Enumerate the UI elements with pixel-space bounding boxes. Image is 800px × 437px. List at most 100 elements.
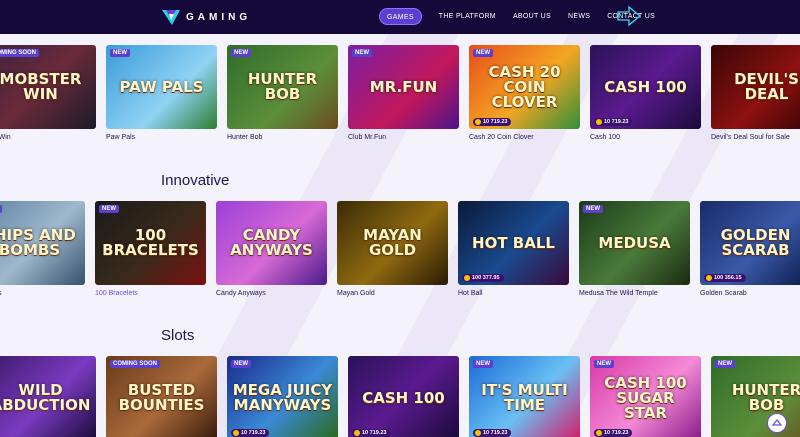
game-name-link[interactable]: Paw Pals xyxy=(106,134,217,141)
jackpot-value: 10 719.23 xyxy=(604,430,629,436)
game-card[interactable]: CASH 20 COIN CLOVER NEW 10 719.23 Cash 20 C… xyxy=(469,45,580,141)
game-thumbnail[interactable]: DEVIL'S DEAL xyxy=(711,45,800,129)
game-name-link[interactable]: 100 Bracelets xyxy=(95,290,206,297)
game-thumbnail[interactable]: CASH 100 10 719.23 xyxy=(348,356,459,437)
game-name-link[interactable]: Golden Scarab xyxy=(700,290,800,297)
game-thumbnail-title: PAW PALS xyxy=(119,77,204,96)
scroll-to-top-button[interactable] xyxy=(767,413,787,433)
status-badge: NEW xyxy=(473,49,493,57)
game-card[interactable]: CASH 100 10 719.23 xyxy=(348,356,459,437)
jackpot-amount: 10 719.23 xyxy=(473,429,512,437)
game-thumbnail-title: SHIPS AND BOMBS xyxy=(0,226,76,259)
game-card[interactable]: PAW PALS NEW Paw Pals xyxy=(106,45,217,141)
game-card[interactable]: MR.FUN NEW Club Mr.Fun xyxy=(348,45,459,141)
nav-the-platform[interactable]: THE PLATFORM xyxy=(439,8,496,25)
game-thumbnail[interactable]: WILD ABDUCTION xyxy=(0,356,96,437)
arrow-right-icon[interactable] xyxy=(617,5,641,27)
game-thumbnail-title: CASH 100 xyxy=(604,77,687,96)
game-card[interactable]: SHIPS AND BOMBS SOON d Bombs xyxy=(0,201,85,297)
game-thumbnail-title: HUNTER BOB xyxy=(731,381,800,414)
section-title-innovative: Innovative xyxy=(161,172,230,189)
logo-text: GAMING xyxy=(186,11,252,23)
game-name-link[interactable]: Cash 20 Coin Clover xyxy=(469,134,580,141)
status-badge: NEW xyxy=(231,49,251,57)
game-thumbnail-title: HUNTER BOB xyxy=(247,70,318,103)
game-thumbnail-title: BUSTED BOUNTIES xyxy=(118,381,205,414)
game-card[interactable]: MAYAN GOLD Mayan Gold xyxy=(337,201,448,297)
jackpot-value: 100 377.95 xyxy=(472,275,500,281)
jackpot-value: 10 719.23 xyxy=(483,119,508,125)
game-thumbnail[interactable]: HUNTER BOB NEW xyxy=(227,45,338,129)
status-badge: NEW xyxy=(473,360,493,368)
jackpot-amount: 10 719.23 xyxy=(473,118,512,126)
game-thumbnail[interactable]: CASH 100 SUGAR STAR NEW 10 719.23 xyxy=(590,356,701,437)
game-card[interactable]: GOLDEN SCARAB 100 356.15 Golden Scarab xyxy=(700,201,800,297)
game-card[interactable]: CASH 100 10 719.23 Cash 100 xyxy=(590,45,701,141)
status-badge: NEW xyxy=(594,360,614,368)
coin-icon xyxy=(706,275,712,281)
game-card[interactable]: MEDUSA NEW Medusa The Wild Temple xyxy=(579,201,690,297)
game-thumbnail[interactable]: HOT BALL 100 377.95 xyxy=(458,201,569,285)
game-name-link[interactable]: Hot Ball xyxy=(458,290,569,297)
game-name-link[interactable]: Candy Anyways xyxy=(216,290,327,297)
game-name-link[interactable]: ster Win xyxy=(0,134,96,141)
game-thumbnail[interactable]: MR.FUN NEW xyxy=(348,45,459,129)
nav-about-us[interactable]: ABOUT US xyxy=(513,8,551,25)
jackpot-value: 10 719.23 xyxy=(241,430,266,436)
jackpot-value: 10 719.23 xyxy=(483,430,508,436)
jackpot-amount: 10 719.23 xyxy=(352,429,391,437)
game-name-link[interactable]: Medusa The Wild Temple xyxy=(579,290,690,297)
game-thumbnail[interactable]: MEDUSA NEW xyxy=(579,201,690,285)
game-thumbnail[interactable]: GOLDEN SCARAB 100 356.15 xyxy=(700,201,800,285)
game-thumbnail[interactable]: CASH 100 10 719.23 xyxy=(590,45,701,129)
game-card[interactable]: MEGA JUICY MANYWAYS NEW 10 719.23 xyxy=(227,356,338,437)
chevron-up-icon xyxy=(772,419,782,426)
game-name-link[interactable]: Club Mr.Fun xyxy=(348,134,459,141)
game-thumbnail[interactable]: MAYAN GOLD xyxy=(337,201,448,285)
game-thumbnail[interactable]: CASH 20 COIN CLOVER NEW 10 719.23 xyxy=(469,45,580,129)
game-name-link[interactable]: d Bombs xyxy=(0,290,85,297)
game-thumbnail-title: CASH 20 COIN CLOVER xyxy=(488,62,561,111)
game-card[interactable]: CASH 100 SUGAR STAR NEW 10 719.23 xyxy=(590,356,701,437)
status-badge: NEW xyxy=(110,49,130,57)
game-thumbnail-title: GOLDEN SCARAB xyxy=(720,226,791,259)
game-card[interactable]: WILD ABDUCTION xyxy=(0,356,96,437)
game-name-link[interactable]: Devil's Deal Soul for Sale xyxy=(711,134,800,141)
jackpot-amount: 10 719.23 xyxy=(594,118,633,126)
game-thumbnail[interactable]: BUSTED BOUNTIES COMING SOON xyxy=(106,356,217,437)
nav-news[interactable]: NEWS xyxy=(568,8,590,25)
game-thumbnail-title: MAYAN GOLD xyxy=(363,226,422,259)
site-header: GAMING GAMES THE PLATFORM ABOUT US NEWS … xyxy=(0,0,800,34)
logo[interactable]: GAMING xyxy=(160,6,251,28)
coin-icon xyxy=(464,275,470,281)
game-card[interactable]: IT'S MULTI TIME NEW 10 719.23 xyxy=(469,356,580,437)
game-card[interactable]: HOT BALL 100 377.95 Hot Ball xyxy=(458,201,569,297)
game-card[interactable]: BUSTED BOUNTIES COMING SOON xyxy=(106,356,217,437)
jackpot-value: 10 719.23 xyxy=(362,430,387,436)
game-thumbnail-title: CASH 100 SUGAR STAR xyxy=(604,373,687,422)
game-card[interactable]: MOBSTER WIN COMING SOON ster Win xyxy=(0,45,96,141)
game-name-link[interactable]: Hunter Bob xyxy=(227,134,338,141)
game-card[interactable]: CANDY ANYWAYS Candy Anyways xyxy=(216,201,327,297)
game-thumbnail[interactable]: IT'S MULTI TIME NEW 10 719.23 xyxy=(469,356,580,437)
status-badge: NEW xyxy=(99,205,119,213)
jackpot-amount: 100 356.15 xyxy=(704,274,746,282)
game-thumbnail[interactable]: CANDY ANYWAYS xyxy=(216,201,327,285)
game-thumbnail-title: CASH 100 xyxy=(362,388,445,407)
jackpot-amount: 10 719.23 xyxy=(594,429,633,437)
game-name-link[interactable]: Cash 100 xyxy=(590,134,701,141)
coin-icon xyxy=(596,430,602,436)
game-name-link[interactable]: Mayan Gold xyxy=(337,290,448,297)
coin-icon xyxy=(596,119,602,125)
game-card[interactable]: 100 BRACELETS NEW 100 Bracelets xyxy=(95,201,206,297)
game-thumbnail-title: WILD ABDUCTION xyxy=(0,381,91,414)
game-thumbnail[interactable]: 100 BRACELETS NEW xyxy=(95,201,206,285)
nav-games[interactable]: GAMES xyxy=(379,8,422,25)
game-thumbnail[interactable]: MOBSTER WIN COMING SOON xyxy=(0,45,96,129)
game-thumbnail[interactable]: MEGA JUICY MANYWAYS NEW 10 719.23 xyxy=(227,356,338,437)
game-thumbnail[interactable]: SHIPS AND BOMBS SOON xyxy=(0,201,85,285)
game-thumbnail-title: MEGA JUICY MANYWAYS xyxy=(232,381,333,414)
game-card[interactable]: DEVIL'S DEAL Devil's Deal Soul for Sale xyxy=(711,45,800,141)
game-thumbnail[interactable]: PAW PALS NEW xyxy=(106,45,217,129)
game-card[interactable]: HUNTER BOB NEW Hunter Bob xyxy=(227,45,338,141)
